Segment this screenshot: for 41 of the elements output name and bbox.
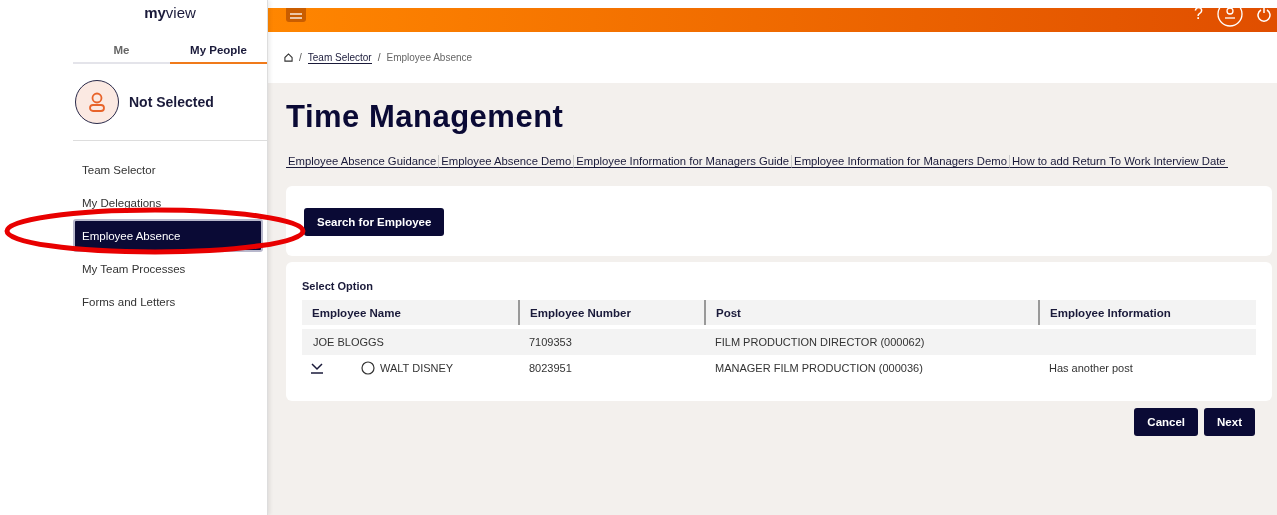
help-link[interactable]: Employee Information for Managers Guide — [573, 155, 792, 168]
person-icon — [88, 92, 106, 112]
user-icon[interactable] — [1217, 8, 1243, 27]
menu-button[interactable] — [286, 8, 306, 22]
help-link[interactable]: Employee Information for Managers Demo — [791, 155, 1009, 168]
breadcrumb-link[interactable]: Team Selector — [307, 51, 372, 64]
table-cell: 8023951 — [529, 362, 572, 374]
sidebar-item[interactable]: Team Selector — [73, 153, 263, 186]
table-cell: JOE BLOGGS — [313, 336, 384, 348]
home-icon[interactable] — [284, 53, 293, 62]
search-employee-button[interactable]: Search for Employee — [304, 208, 445, 236]
menu-icon — [290, 13, 302, 19]
power-icon[interactable] — [1257, 8, 1271, 22]
sidebar-item[interactable]: My Delegations — [73, 186, 263, 219]
page-title: Time Management — [286, 99, 565, 135]
action-button[interactable]: Next — [1204, 408, 1255, 436]
sidebar-tab[interactable]: Me — [73, 40, 170, 64]
expand-caret-icon[interactable] — [311, 362, 323, 374]
table-cell: 7109353 — [529, 336, 572, 348]
sidebar-item[interactable]: My Team Processes — [73, 252, 263, 285]
help-link[interactable]: Employee Absence Guidance — [286, 155, 439, 168]
table-cell: MANAGER FILM PRODUCTION (000036) — [715, 362, 923, 374]
table-caption: Select Option — [302, 280, 374, 292]
column-header: Employee Name — [302, 300, 518, 325]
breadcrumb-separator: / — [299, 52, 302, 63]
column-header: Post — [704, 300, 1038, 325]
table-cell: FILM PRODUCTION DIRECTOR (000062) — [715, 336, 925, 348]
column-header: Employee Number — [518, 300, 704, 325]
help-link[interactable]: Employee Absence Demo — [438, 155, 574, 168]
breadcrumb-current: Employee Absence — [386, 52, 473, 63]
action-button[interactable]: Cancel — [1134, 408, 1199, 436]
table-cell: Has another post — [1049, 362, 1133, 374]
myview-logo: myview — [143, 4, 197, 23]
sidebar-item[interactable]: Forms and Letters — [73, 285, 263, 318]
radio-button[interactable] — [361, 361, 375, 375]
profile-name: Not Selected — [129, 94, 214, 110]
breadcrumb-separator: / — [377, 52, 381, 63]
help-link[interactable]: How to add Return To Work Interview Date — [1008, 155, 1228, 168]
help-button[interactable]: ? — [1194, 8, 1203, 23]
column-header: Employee Information — [1038, 300, 1256, 325]
table-cell: WALT DISNEY — [380, 362, 454, 374]
